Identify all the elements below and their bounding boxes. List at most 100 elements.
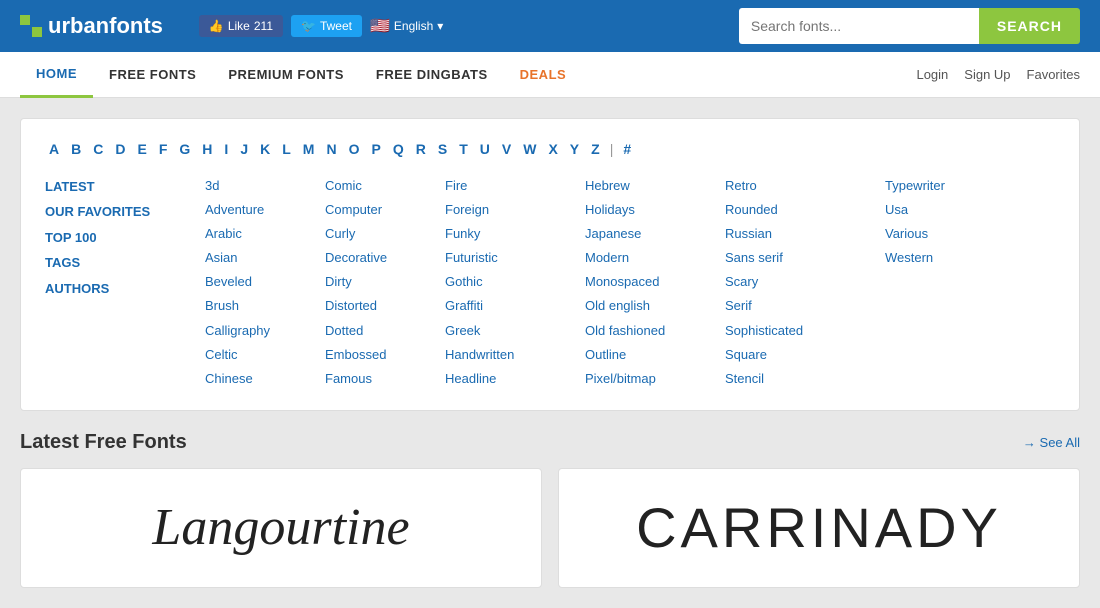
cat-modern[interactable]: Modern (585, 247, 725, 269)
cat-decorative[interactable]: Decorative (325, 247, 445, 269)
cat-monospaced[interactable]: Monospaced (585, 271, 725, 293)
cat-graffiti[interactable]: Graffiti (445, 295, 585, 317)
cat-scary[interactable]: Scary (725, 271, 885, 293)
nav-favorites[interactable]: Favorites (1027, 67, 1080, 82)
cat-usa[interactable]: Usa (885, 199, 995, 221)
cat-asian[interactable]: Asian (205, 247, 325, 269)
cat-brush[interactable]: Brush (205, 295, 325, 317)
az-k[interactable]: K (256, 139, 274, 159)
az-l[interactable]: L (278, 139, 295, 159)
az-m[interactable]: M (299, 139, 319, 159)
cat-beveled[interactable]: Beveled (205, 271, 325, 293)
nav-home[interactable]: HOME (20, 52, 93, 98)
font-card-carrinady[interactable]: CARRINADY (558, 468, 1080, 588)
cat-hebrew[interactable]: Hebrew (585, 175, 725, 197)
az-p[interactable]: P (367, 139, 384, 159)
cat-japanese[interactable]: Japanese (585, 223, 725, 245)
az-z[interactable]: Z (587, 139, 604, 159)
az-t[interactable]: T (455, 139, 472, 159)
cat-russian[interactable]: Russian (725, 223, 885, 245)
cat-chinese[interactable]: Chinese (205, 368, 325, 390)
az-q[interactable]: Q (389, 139, 408, 159)
az-h[interactable]: H (198, 139, 216, 159)
cat-square[interactable]: Square (725, 344, 885, 366)
cat-serif[interactable]: Serif (725, 295, 885, 317)
cat-curly[interactable]: Curly (325, 223, 445, 245)
cat-tags[interactable]: TAGS (45, 251, 205, 274)
cat-gothic[interactable]: Gothic (445, 271, 585, 293)
search-input[interactable] (739, 8, 979, 44)
az-n[interactable]: N (322, 139, 340, 159)
cat-sans-serif[interactable]: Sans serif (725, 247, 885, 269)
az-d[interactable]: D (111, 139, 129, 159)
nav-signup[interactable]: Sign Up (964, 67, 1010, 82)
az-u[interactable]: U (476, 139, 494, 159)
cat-our-favorites[interactable]: OUR FAVORITES (45, 200, 205, 223)
cat-sophisticated[interactable]: Sophisticated (725, 320, 885, 342)
az-s[interactable]: S (434, 139, 451, 159)
cat-funky[interactable]: Funky (445, 223, 585, 245)
nav-premium-fonts[interactable]: PREMIUM FONTS (212, 53, 360, 96)
cat-typewriter[interactable]: Typewriter (885, 175, 995, 197)
az-f[interactable]: F (155, 139, 172, 159)
cat-dotted[interactable]: Dotted (325, 320, 445, 342)
az-w[interactable]: W (519, 139, 540, 159)
cat-distorted[interactable]: Distorted (325, 295, 445, 317)
az-hash[interactable]: # (619, 139, 635, 159)
logo-link[interactable]: urbanfonts (20, 13, 163, 39)
cat-foreign[interactable]: Foreign (445, 199, 585, 221)
az-e[interactable]: E (134, 139, 151, 159)
cat-famous[interactable]: Famous (325, 368, 445, 390)
nav-deals[interactable]: DEALS (504, 53, 583, 96)
cat-holidays[interactable]: Holidays (585, 199, 725, 221)
search-button[interactable]: SEARCH (979, 8, 1080, 44)
nav-free-dingbats[interactable]: FREE DINGBATS (360, 53, 504, 96)
cat-western[interactable]: Western (885, 247, 995, 269)
cat-pixel-bitmap[interactable]: Pixel/bitmap (585, 368, 725, 390)
cat-calligraphy[interactable]: Calligraphy (205, 320, 325, 342)
cat-authors[interactable]: AUTHORS (45, 277, 205, 300)
cat-dirty[interactable]: Dirty (325, 271, 445, 293)
az-x[interactable]: X (544, 139, 561, 159)
az-i[interactable]: I (220, 139, 232, 159)
cat-headline[interactable]: Headline (445, 368, 585, 390)
tweet-button[interactable]: 🐦 Tweet (291, 15, 362, 37)
cat-greek[interactable]: Greek (445, 320, 585, 342)
cat-3d[interactable]: 3d (205, 175, 325, 197)
cat-stencil[interactable]: Stencil (725, 368, 885, 390)
cat-futuristic[interactable]: Futuristic (445, 247, 585, 269)
cat-comic[interactable]: Comic (325, 175, 445, 197)
cat-adventure[interactable]: Adventure (205, 199, 325, 221)
cat-embossed[interactable]: Embossed (325, 344, 445, 366)
az-y[interactable]: Y (566, 139, 583, 159)
cat-various[interactable]: Various (885, 223, 995, 245)
az-j[interactable]: J (236, 139, 252, 159)
cat-fire[interactable]: Fire (445, 175, 585, 197)
az-c[interactable]: C (89, 139, 107, 159)
see-all-link[interactable]: → See All (1023, 435, 1080, 450)
az-g[interactable]: G (175, 139, 194, 159)
like-button[interactable]: 👍 Like 211 (199, 15, 283, 37)
az-r[interactable]: R (412, 139, 430, 159)
cat-handwritten[interactable]: Handwritten (445, 344, 585, 366)
cat-latest[interactable]: LATEST (45, 175, 205, 198)
az-a[interactable]: A (45, 139, 63, 159)
cat-old-fashioned[interactable]: Old fashioned (585, 320, 725, 342)
font-card-langourtine[interactable]: Langourtine (20, 468, 542, 588)
language-button[interactable]: 🇺🇸 English ▾ (370, 16, 443, 36)
az-o[interactable]: O (345, 139, 364, 159)
cat-old-english[interactable]: Old english (585, 295, 725, 317)
cat-arabic[interactable]: Arabic (205, 223, 325, 245)
cat-celtic[interactable]: Celtic (205, 344, 325, 366)
special-links-column: LATEST OUR FAVORITES TOP 100 TAGS AUTHOR… (45, 175, 205, 390)
cat-top100[interactable]: TOP 100 (45, 226, 205, 249)
cat-computer[interactable]: Computer (325, 199, 445, 221)
main-content: A B C D E F G H I J K L M N O P Q R S T … (0, 98, 1100, 608)
cat-rounded[interactable]: Rounded (725, 199, 885, 221)
nav-free-fonts[interactable]: FREE FONTS (93, 53, 212, 96)
cat-retro[interactable]: Retro (725, 175, 885, 197)
cat-outline[interactable]: Outline (585, 344, 725, 366)
az-b[interactable]: B (67, 139, 85, 159)
az-v[interactable]: V (498, 139, 515, 159)
nav-login[interactable]: Login (916, 67, 948, 82)
